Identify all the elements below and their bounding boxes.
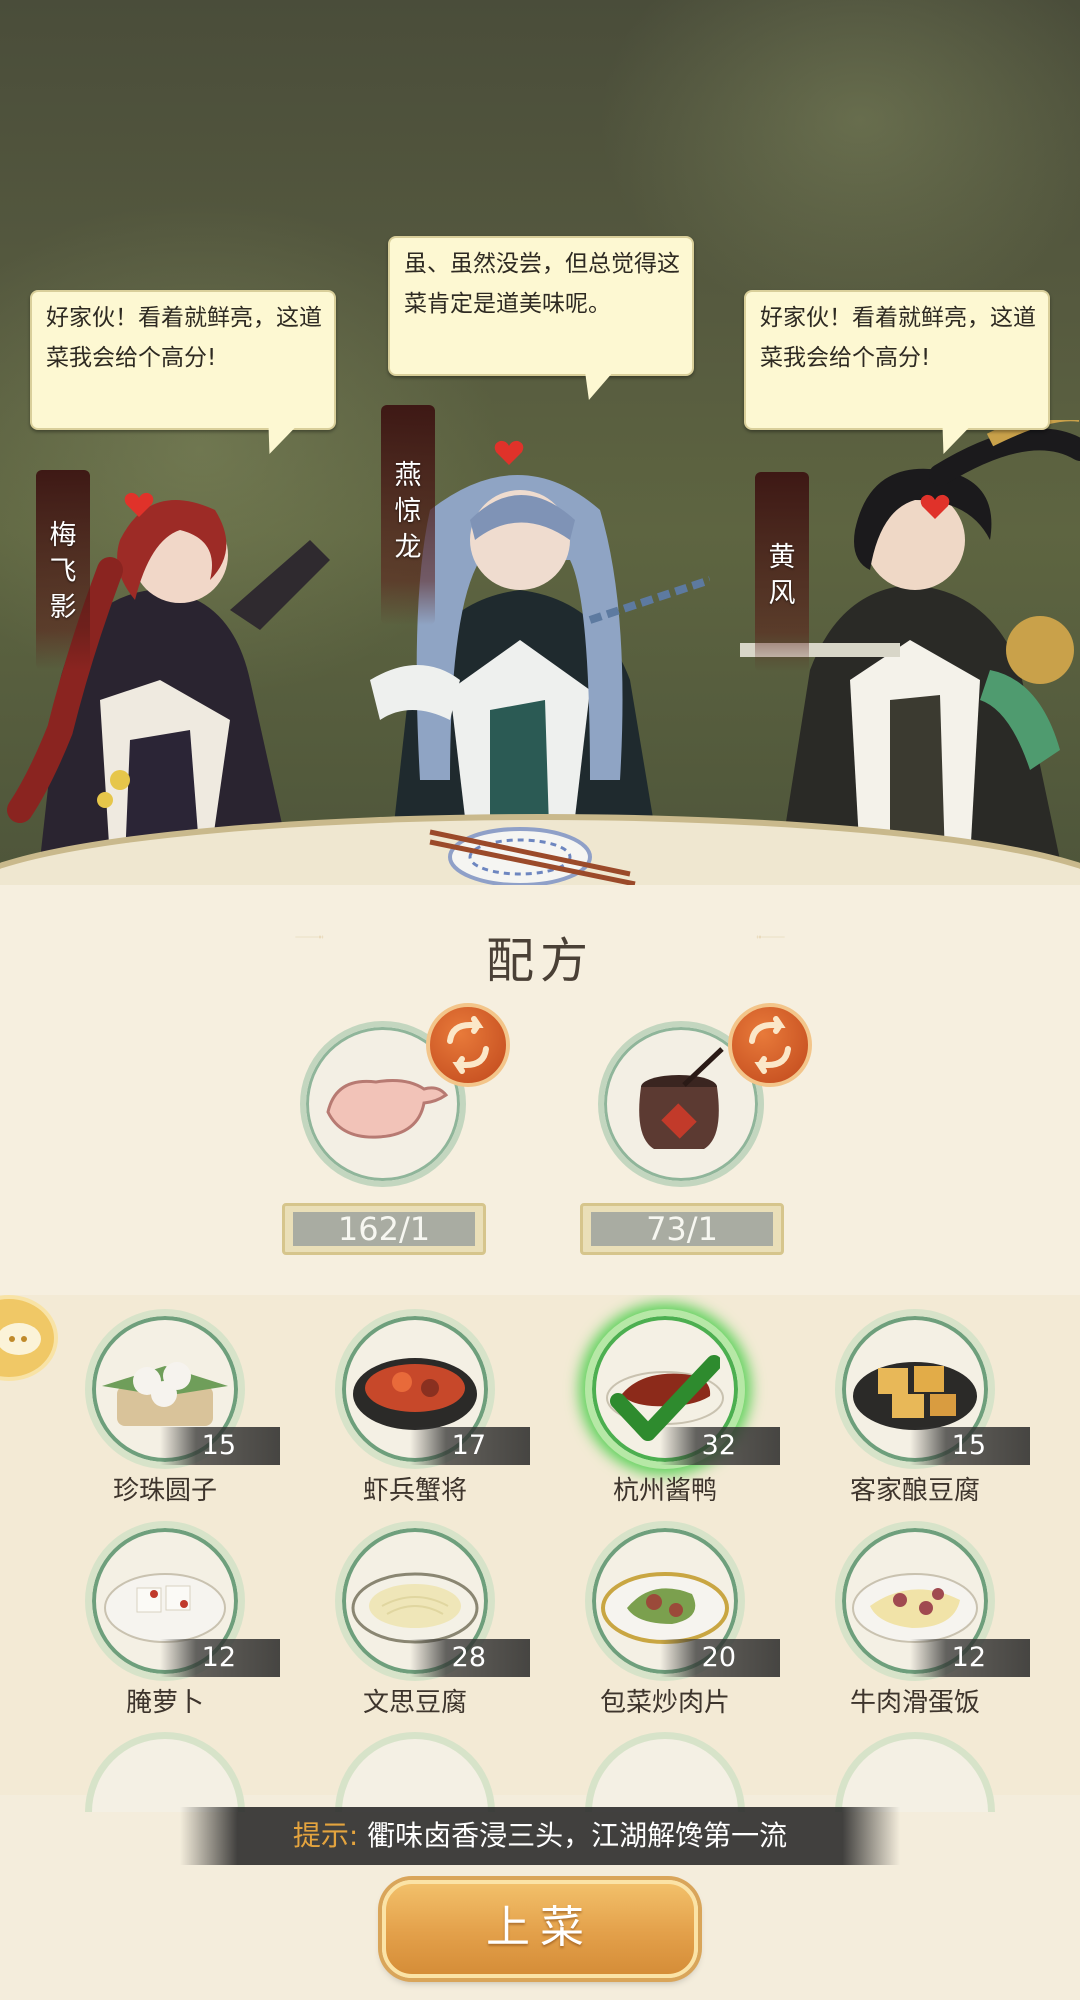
dish-name: 包菜炒肉片 bbox=[599, 1688, 730, 1718]
dish-count: 17 bbox=[410, 1427, 530, 1465]
side-menu-tab[interactable] bbox=[0, 1295, 58, 1381]
dish-item[interactable]: 15 珍珠圆子 bbox=[60, 1295, 310, 1506]
character-name-mei-feiying: 梅飞影 bbox=[49, 520, 77, 623]
affection-heart-icon bbox=[494, 440, 524, 465]
quantity-text: 73/1 bbox=[591, 1212, 773, 1246]
affection-heart-icon bbox=[920, 494, 950, 519]
swap-ingredient-button[interactable] bbox=[426, 1003, 510, 1087]
dish-item[interactable]: 20 包菜炒肉片 bbox=[560, 1507, 810, 1718]
dish-count: 15 bbox=[160, 1427, 280, 1465]
dining-scene: 梅飞影 燕惊龙 黄风 好家伙！看着就鲜亮，这道菜我会给个高分! 虽、虽然没尝，但… bbox=[0, 0, 1080, 885]
dish-count: 32 bbox=[660, 1427, 780, 1465]
dish-count: 15 bbox=[910, 1427, 1030, 1465]
dish-name: 虾兵蟹将 bbox=[362, 1476, 467, 1506]
chat-bubble-icon bbox=[0, 1323, 41, 1355]
dish-item[interactable]: 15 客家酿豆腐 bbox=[810, 1295, 1060, 1506]
swap-icon bbox=[447, 1016, 489, 1074]
recipe-panel: 配方 162/1 73/1 bbox=[0, 885, 1080, 1295]
affection-heart-icon bbox=[124, 492, 154, 517]
dish-list[interactable]: 15 珍珠圆子 17 虾兵蟹将 32 杭州酱鸭 15 客家酿豆腐 12 腌萝卜 … bbox=[0, 1295, 1080, 1795]
dish-name: 杭州酱鸭 bbox=[612, 1476, 717, 1506]
dish-name: 牛肉滑蛋饭 bbox=[849, 1688, 980, 1718]
ingredient-quantity-2: 73/1 bbox=[580, 1203, 784, 1255]
dish-item[interactable]: 12 牛肉滑蛋饭 bbox=[810, 1507, 1060, 1718]
dish-item-selected[interactable]: 32 杭州酱鸭 bbox=[560, 1295, 810, 1506]
dish-item[interactable]: 17 虾兵蟹将 bbox=[310, 1295, 560, 1506]
swap-ingredient-button[interactable] bbox=[728, 1003, 812, 1087]
hint-bar: 提示: 衢味卤香浸三头，江湖解馋第一流 bbox=[180, 1807, 900, 1865]
dish-name: 客家酿豆腐 bbox=[849, 1476, 980, 1506]
recipe-title: 配方 bbox=[485, 933, 594, 989]
dish-name: 珍珠圆子 bbox=[112, 1476, 217, 1506]
hint-text: 衢味卤香浸三头，江湖解馋第一流 bbox=[367, 1819, 788, 1852]
dish-item[interactable]: 28 文思豆腐 bbox=[310, 1507, 560, 1718]
bowl-and-chopsticks-icon bbox=[429, 827, 636, 885]
dish-name: 腌萝卜 bbox=[125, 1688, 204, 1718]
character-name-yan-jinglong: 燕惊龙 bbox=[394, 460, 422, 563]
dish-name: 文思豆腐 bbox=[362, 1688, 467, 1718]
speech-bubble-huang-feng: 好家伙！看着就鲜亮，这道菜我会给个高分! bbox=[744, 290, 1050, 430]
dish-count: 12 bbox=[160, 1639, 280, 1677]
dish-item[interactable]: 12 腌萝卜 bbox=[60, 1507, 310, 1718]
dish-count: 12 bbox=[910, 1639, 1030, 1677]
quantity-text: 162/1 bbox=[293, 1212, 475, 1246]
title-ornament-right bbox=[756, 935, 785, 939]
speech-bubble-yan-jinglong: 虽、虽然没尝，但总觉得这菜肯定是道美味呢。 bbox=[388, 236, 694, 376]
hint-label: 提示: bbox=[292, 1819, 359, 1852]
dish-count: 28 bbox=[410, 1639, 530, 1677]
dish-count: 20 bbox=[660, 1639, 780, 1677]
serve-dish-button[interactable]: 上菜 bbox=[382, 1880, 698, 1978]
speech-bubble-mei-feiying: 好家伙！看着就鲜亮，这道菜我会给个高分! bbox=[30, 290, 336, 430]
ingredient-quantity-1: 162/1 bbox=[282, 1203, 486, 1255]
swap-icon bbox=[749, 1016, 791, 1074]
character-name-huang-feng: 黄风 bbox=[768, 542, 796, 609]
